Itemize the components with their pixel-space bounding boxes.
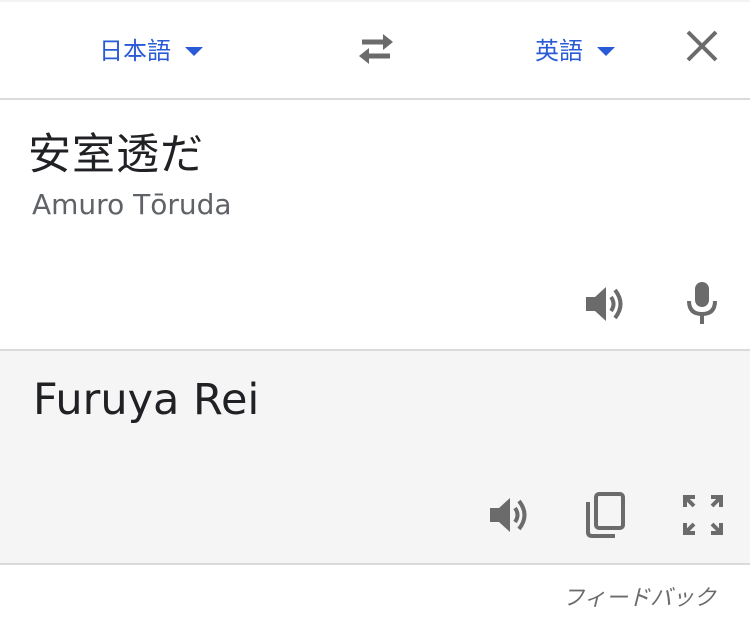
target-language-selector[interactable]: 英語: [535, 30, 615, 66]
source-language-label: 日本語: [99, 36, 171, 65]
source-text[interactable]: 安室透だ: [28, 120, 204, 182]
close-icon[interactable]: [684, 28, 720, 64]
microphone-icon[interactable]: [684, 280, 720, 326]
source-panel[interactable]: 安室透だ Amuro Tōruda: [0, 100, 750, 351]
language-bar: 日本語 英語: [0, 0, 750, 100]
caret-down-icon: [597, 46, 615, 56]
source-language-selector[interactable]: 日本語: [99, 30, 203, 66]
speaker-icon[interactable]: [488, 493, 532, 537]
fullscreen-icon[interactable]: [682, 494, 724, 536]
caret-down-icon: [185, 46, 203, 56]
copy-icon[interactable]: [585, 492, 625, 538]
result-panel: Furuya Rei: [0, 351, 750, 565]
feedback-link[interactable]: フィードバック: [562, 580, 716, 612]
swap-arrows-icon[interactable]: [356, 32, 396, 66]
speaker-icon[interactable]: [584, 282, 628, 326]
source-transliteration: Amuro Tōruda: [32, 188, 232, 221]
result-text: Furuya Rei: [33, 375, 260, 425]
target-language-label: 英語: [535, 36, 583, 65]
